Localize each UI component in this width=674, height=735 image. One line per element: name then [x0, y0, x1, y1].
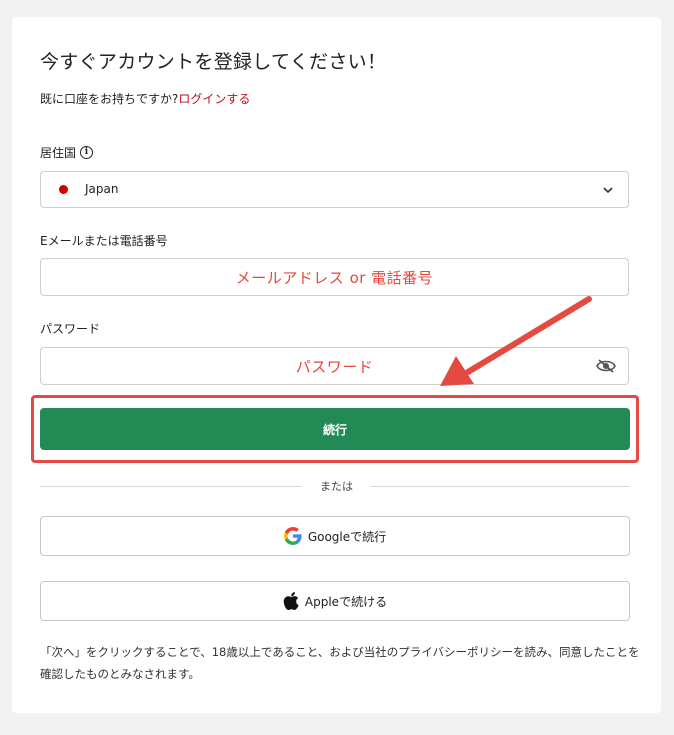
terms-disclaimer: 「次へ」をクリックすることで、18歳以上であること、および当社のプライバシーポリ…	[40, 645, 640, 681]
residence-label: 居住国 i	[40, 144, 94, 161]
password-annotation: パスワード	[295, 357, 374, 376]
residence-label-text: 居住国	[40, 146, 77, 160]
google-signin-label: Googleで続行	[307, 529, 387, 544]
email-field[interactable]: メールアドレス or 電話番号	[40, 258, 629, 296]
apple-icon	[283, 592, 299, 610]
apple-signin-label: Appleで続ける	[304, 594, 388, 609]
page-title: 今すぐアカウントを登録してください！	[40, 51, 387, 73]
divider-line-right	[370, 486, 630, 487]
japan-flag-icon	[59, 185, 68, 194]
password-field[interactable]: パスワード	[40, 347, 629, 385]
email-label: Eメールまたは電話番号	[40, 232, 168, 249]
chevron-down-icon	[603, 187, 613, 194]
email-label-text: Eメールまたは電話番号	[40, 234, 168, 248]
apple-signin-button[interactable]: Appleで続ける	[40, 581, 630, 621]
continue-button[interactable]: 続行	[40, 408, 630, 450]
password-label-text: パスワード	[40, 322, 101, 336]
google-icon	[283, 527, 302, 545]
email-annotation: メールアドレス or 電話番号	[235, 268, 434, 287]
country-select[interactable]: Japan	[40, 171, 629, 208]
login-prompt: 既に口座をお持ちですか?ログインする	[40, 90, 250, 107]
country-selected-value: Japan	[85, 182, 119, 196]
login-link[interactable]: ログインする	[178, 92, 250, 106]
password-label: パスワード	[40, 320, 100, 337]
info-circle-icon[interactable]: i	[80, 146, 94, 159]
signup-card: 今すぐアカウントを登録してください！ 既に口座をお持ちですか?ログインする 居住…	[12, 17, 661, 713]
eye-slash-icon[interactable]	[596, 358, 616, 374]
google-signin-button[interactable]: Googleで続行	[40, 516, 630, 556]
login-prompt-text: 既に口座をお持ちですか?	[40, 92, 179, 106]
